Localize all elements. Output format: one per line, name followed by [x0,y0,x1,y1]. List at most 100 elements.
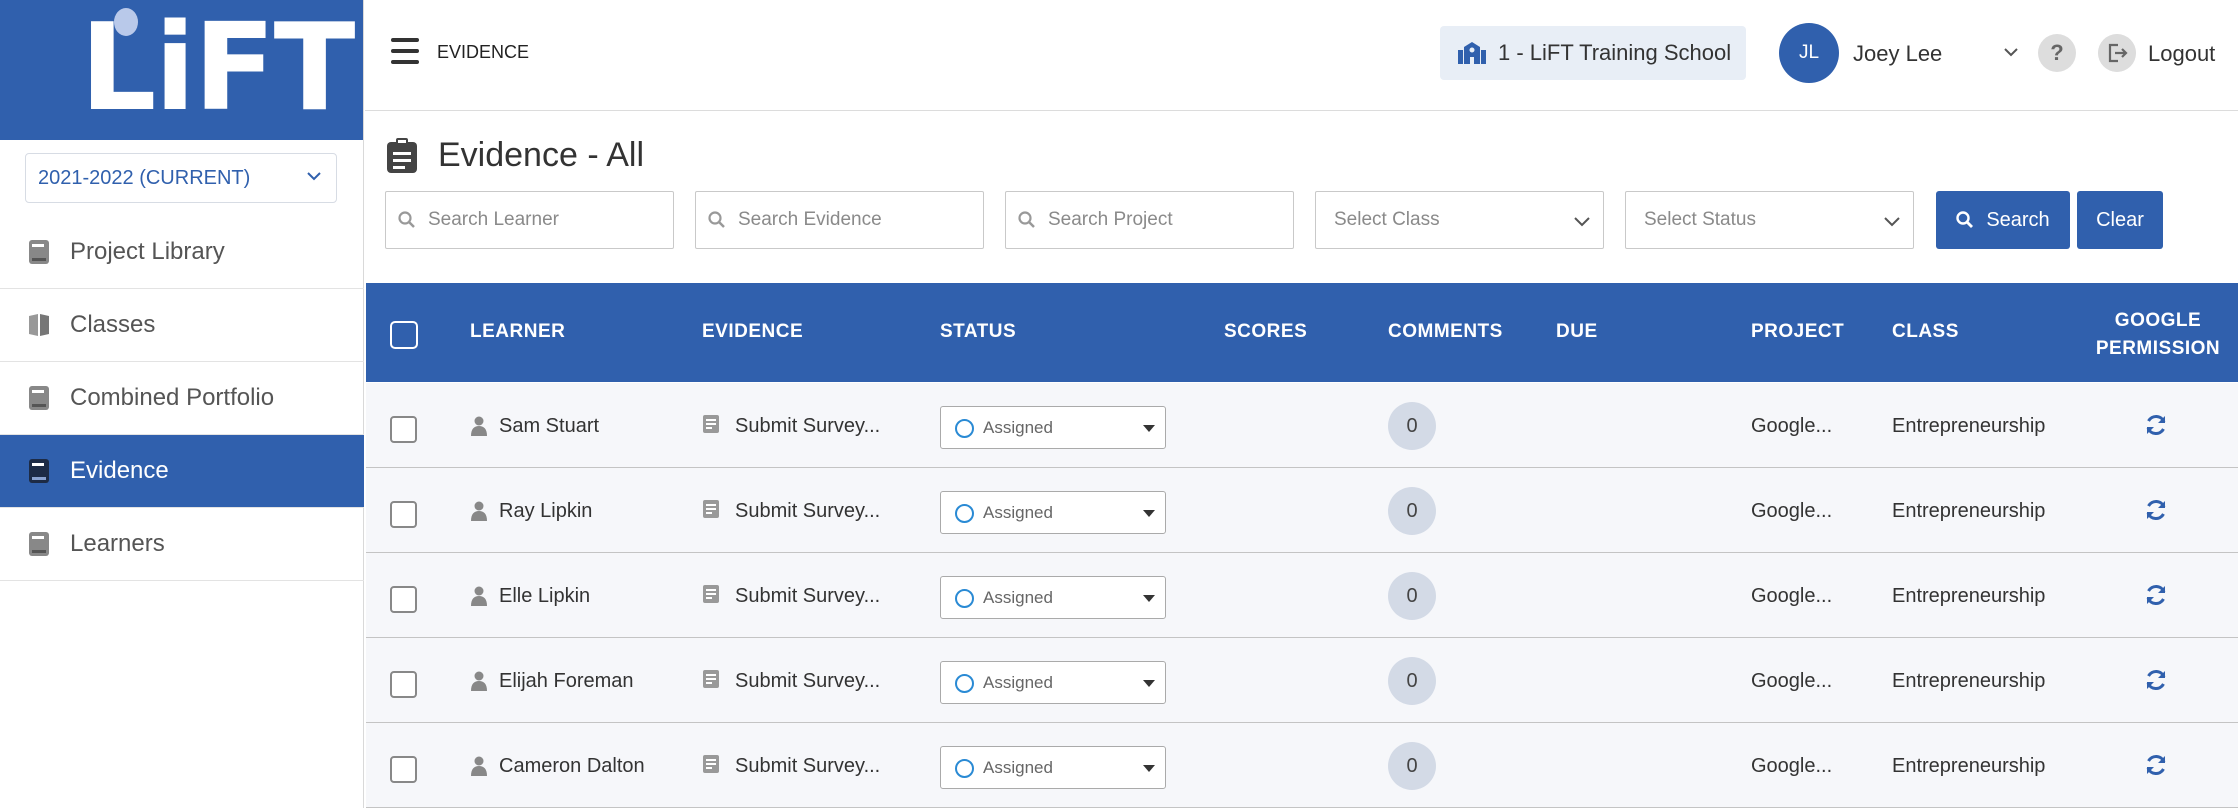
learner-name[interactable]: Ray Lipkin [499,500,592,523]
table-row: Elle Lipkin Submit Survey... Assigned 0 … [366,553,2238,638]
col-comments[interactable]: COMMENTS [1388,321,1503,343]
status-dropdown[interactable]: Assigned [940,576,1166,619]
person-icon [471,416,487,436]
document-icon [703,500,719,518]
learner-name[interactable]: Cameron Dalton [499,755,645,778]
comments-count-badge[interactable]: 0 [1388,572,1436,620]
open-book-icon [29,314,49,336]
comments-count-badge[interactable]: 0 [1388,742,1436,790]
status-value: Assigned [983,587,1053,607]
col-project[interactable]: PROJECT [1751,321,1844,343]
school-selector[interactable]: 1 - LiFT Training School [1440,26,1746,80]
class-name: Entrepreneurship [1892,415,2046,437]
select-all-checkbox[interactable] [390,321,418,349]
logout-button[interactable]: Logout [2148,41,2215,67]
learner-name[interactable]: Elijah Foreman [499,670,634,693]
select-status-dropdown[interactable]: Select Status [1625,191,1914,249]
book-icon [29,386,49,410]
sync-icon[interactable] [2144,668,2168,692]
search-icon [1956,211,1974,228]
class-name: Entrepreneurship [1892,585,2046,607]
chevron-down-icon [307,172,321,181]
col-due[interactable]: DUE [1556,321,1598,343]
col-status[interactable]: STATUS [940,321,1016,343]
learner-name[interactable]: Sam Stuart [499,415,599,438]
sidebar-item-label: Learners [70,530,165,557]
class-name: Entrepreneurship [1892,500,2046,522]
help-button[interactable]: ? [2038,34,2076,72]
header-title: EVIDENCE [437,42,530,62]
col-evidence[interactable]: EVIDENCE [702,321,803,343]
status-dropdown[interactable]: Assigned [940,746,1166,789]
col-google-line2: PERMISSION [2095,338,2221,359]
evidence-title[interactable]: Submit Survey... [735,755,880,778]
avatar[interactable]: JL [1779,23,1839,83]
select-class-dropdown[interactable]: Select Class [1315,191,1604,249]
row-checkbox[interactable] [390,586,417,613]
search-project-input[interactable]: Search Project [1005,191,1294,249]
row-checkbox[interactable] [390,501,417,528]
col-scores[interactable]: SCORES [1224,321,1307,343]
user-name[interactable]: Joey Lee [1853,41,1942,67]
comments-count-badge[interactable]: 0 [1388,402,1436,450]
status-circle-icon [955,504,974,523]
comments-count-badge[interactable]: 0 [1388,487,1436,535]
evidence-title[interactable]: Submit Survey... [735,670,880,693]
sync-icon[interactable] [2144,583,2168,607]
sidebar-item-evidence[interactable]: Evidence [0,435,364,508]
row-checkbox[interactable] [390,671,417,698]
search-learner-input[interactable]: Search Learner [385,191,674,249]
sidebar-item-label: Evidence [70,457,169,484]
sidebar-item-label: Combined Portfolio [70,384,275,411]
row-checkbox[interactable] [390,416,417,443]
learner-name[interactable]: Elle Lipkin [499,585,590,608]
sync-icon[interactable] [2144,498,2168,522]
status-dropdown[interactable]: Assigned [940,491,1166,534]
search-icon [1018,211,1035,228]
table-row: Sam Stuart Submit Survey... Assigned 0 G… [366,383,2238,468]
comments-count-badge[interactable]: 0 [1388,657,1436,705]
sidebar-item-combined-portfolio[interactable]: Combined Portfolio [0,362,364,435]
col-google-line1: GOOGLE [2114,310,2202,331]
caret-down-icon [1143,765,1155,772]
col-google-permission[interactable]: GOOGLE PERMISSION [2088,307,2228,363]
table-row: Elijah Foreman Submit Survey... Assigned… [366,638,2238,723]
col-class[interactable]: CLASS [1892,321,1959,343]
sidebar-item-learners[interactable]: Learners [0,508,364,581]
year-select[interactable]: 2021-2022 (CURRENT) [25,153,337,203]
select-status-placeholder: Select Status [1644,209,1756,230]
status-dropdown[interactable]: Assigned [940,406,1166,449]
search-learner-placeholder: Search Learner [428,209,559,230]
project-name: Google... [1751,670,1833,692]
document-icon [703,415,719,433]
sidebar-item-project-library[interactable]: Project Library [0,216,364,289]
search-button[interactable]: Search [1936,191,2070,249]
school-icon [1458,42,1486,64]
logo-area: LiFT [0,0,363,140]
sidebar: LiFT 2021-2022 (CURRENT) Project Library… [0,0,364,808]
chevron-down-icon[interactable] [2003,44,2019,60]
logout-icon[interactable] [2098,34,2136,72]
search-evidence-input[interactable]: Search Evidence [695,191,984,249]
caret-down-icon [1143,680,1155,687]
select-class-placeholder: Select Class [1334,209,1440,230]
sidebar-item-classes[interactable]: Classes [0,289,364,362]
year-select-value: 2021-2022 (CURRENT) [38,166,251,189]
col-learner[interactable]: LEARNER [470,321,565,343]
evidence-title[interactable]: Submit Survey... [735,585,880,608]
menu-icon[interactable] [391,38,419,64]
caret-down-icon [1143,595,1155,602]
row-checkbox[interactable] [390,756,417,783]
clear-button[interactable]: Clear [2077,191,2163,249]
sync-icon[interactable] [2144,413,2168,437]
book-icon [29,240,49,264]
search-icon [398,211,415,228]
evidence-title[interactable]: Submit Survey... [735,415,880,438]
sync-icon[interactable] [2144,753,2168,777]
person-icon [471,586,487,606]
project-name: Google... [1751,415,1833,437]
status-dropdown[interactable]: Assigned [940,661,1166,704]
evidence-title[interactable]: Submit Survey... [735,500,880,523]
school-name: 1 - LiFT Training School [1498,40,1732,65]
table-header: LEARNER EVIDENCE STATUS SCORES COMMENTS … [366,283,2238,382]
